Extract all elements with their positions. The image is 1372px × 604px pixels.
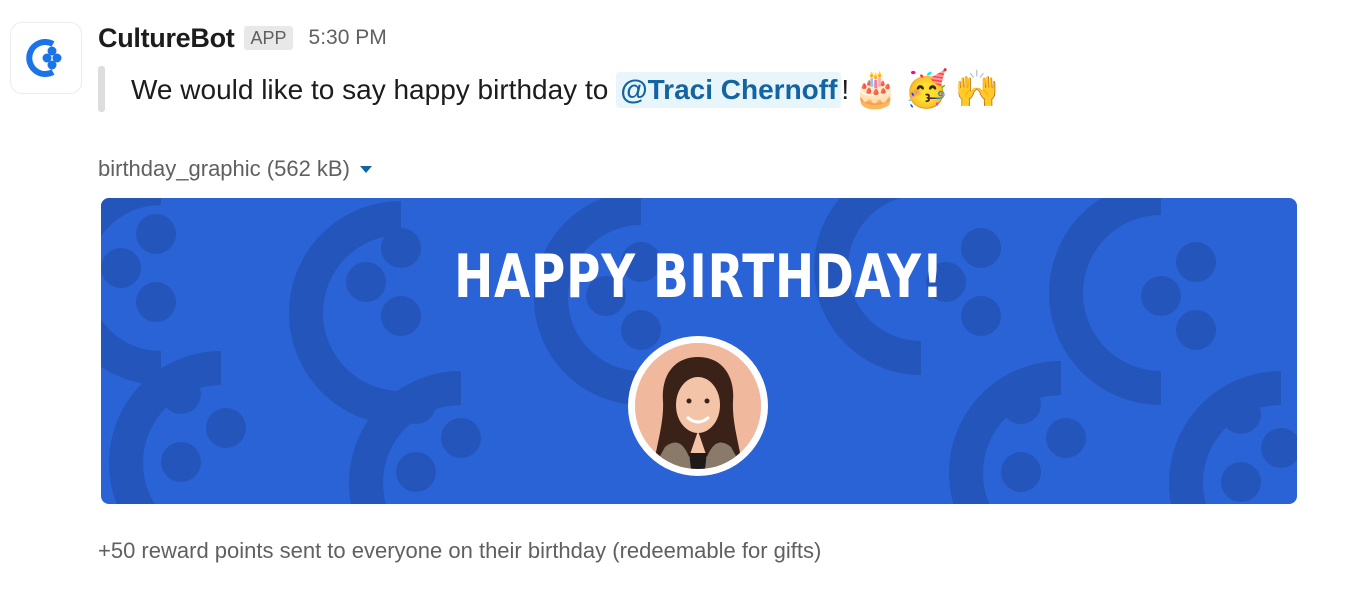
birthday-person-photo: [628, 336, 768, 476]
message-text-after: !: [841, 74, 850, 105]
culturebot-logo-icon: [26, 39, 62, 77]
birthday-graphic[interactable]: HAPPY BIRTHDAY!: [101, 198, 1297, 504]
attachment-file-label[interactable]: birthday_graphic (562 kB): [98, 154, 372, 184]
message-text-before: We would like to say happy birthday to: [131, 74, 609, 105]
attachment-file-name: birthday_graphic (562 kB): [98, 156, 350, 181]
raising-hands-emoji-icon: 🙌: [954, 69, 1000, 110]
birthday-cake-emoji-icon: 🎂: [853, 69, 899, 110]
caret-down-icon[interactable]: [359, 165, 372, 173]
quote-bar: [98, 66, 105, 112]
reward-points-note: +50 reward points sent to everyone on th…: [98, 538, 822, 563]
person-portrait-icon: [635, 343, 761, 469]
bot-name[interactable]: CultureBot: [98, 23, 235, 54]
message-text: We would like to say happy birthday to @…: [131, 68, 1000, 112]
party-face-emoji-icon: 🥳: [904, 69, 949, 110]
graphic-title: HAPPY BIRTHDAY!: [454, 242, 944, 312]
user-mention[interactable]: @Traci Chernoff: [616, 72, 842, 108]
bot-avatar[interactable]: [10, 22, 82, 94]
app-badge: APP: [244, 26, 293, 50]
message-header: CultureBot APP 5:30 PM: [98, 22, 387, 54]
message-timestamp[interactable]: 5:30 PM: [309, 26, 387, 50]
